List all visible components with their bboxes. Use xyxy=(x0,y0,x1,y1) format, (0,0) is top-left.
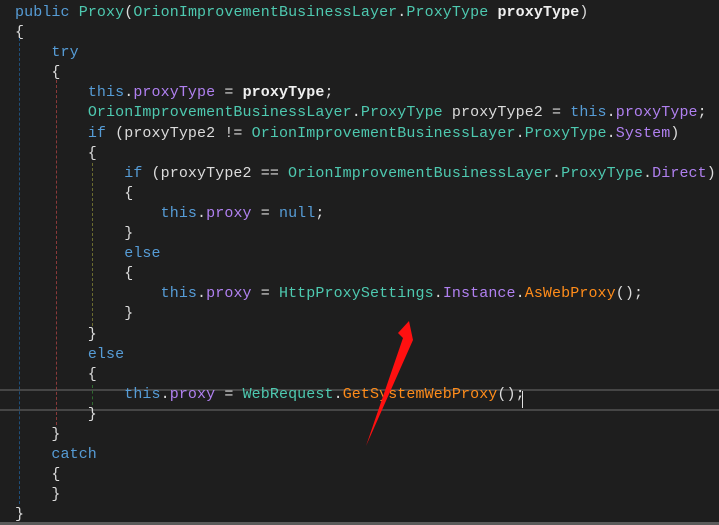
red-arrow-annotation xyxy=(366,321,413,446)
arrow-shape xyxy=(366,321,413,446)
